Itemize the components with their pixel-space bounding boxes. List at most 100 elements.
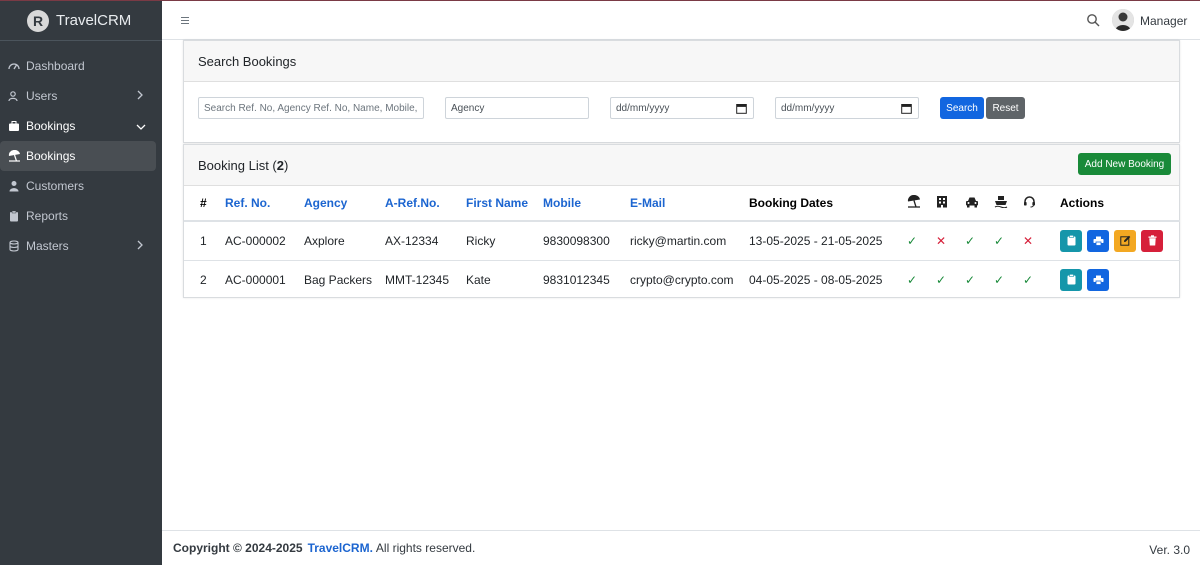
sidebar-item-users[interactable]: Users: [0, 81, 156, 111]
col-number: #: [200, 196, 207, 210]
booking-list-title: Booking List (2): [184, 145, 1179, 186]
mobile-cell: 9831012345: [543, 272, 610, 287]
clipboard-icon: [1067, 235, 1075, 246]
reset-button[interactable]: Reset: [986, 97, 1025, 119]
ref-no-cell: AC-000002: [225, 233, 286, 248]
sidebar-item-masters[interactable]: Masters: [0, 231, 156, 261]
booking-dates-cell: 13-05-2025 - 21-05-2025: [749, 233, 883, 248]
main-content: Search Bookings Search Ref. No, Agency R…: [162, 40, 1200, 530]
date-from-placeholder: dd/mm/yyyy: [616, 102, 670, 114]
chevron-right-icon: [136, 89, 144, 103]
brand-name: TravelCRM: [56, 12, 132, 29]
keyword-search-input[interactable]: Search Ref. No, Agency Ref. No, Name, Mo…: [198, 97, 424, 119]
agency-ref-cell: AX-12334: [385, 233, 439, 248]
sidebar-item-customers[interactable]: Customers: [0, 171, 156, 201]
chevron-right-icon: [136, 239, 144, 253]
col-agency[interactable]: Agency: [304, 186, 385, 221]
print-button[interactable]: [1087, 229, 1109, 252]
support-cross-icon: ✕: [1023, 233, 1034, 248]
keyword-placeholder: Search Ref. No, Agency Ref. No, Name, Mo…: [204, 102, 418, 114]
holiday-icon: [907, 186, 936, 221]
col-email[interactable]: E-Mail: [630, 186, 749, 221]
car-check-icon: ✓: [965, 272, 976, 287]
user-name[interactable]: Manager: [1140, 14, 1187, 28]
edit-button[interactable]: [1114, 229, 1136, 252]
support-icon: [1023, 186, 1052, 221]
hamburger-menu-icon[interactable]: [180, 14, 190, 28]
holiday-check-icon: ✓: [907, 272, 918, 287]
avatar[interactable]: [1112, 9, 1134, 31]
bookings-table: # Ref. No. Agency A-Ref.No. First Name M…: [184, 186, 1180, 299]
ref-no-cell: AC-000001: [225, 272, 286, 287]
cruise-check-icon: ✓: [994, 233, 1005, 248]
email-cell: crypto@crypto.com: [630, 272, 734, 287]
col-ref-no[interactable]: Ref. No.: [225, 186, 304, 221]
footer-brand-link[interactable]: TravelCRM.: [308, 541, 373, 555]
support-check-icon: ✓: [1023, 272, 1034, 287]
actions-cell: [1052, 221, 1180, 260]
briefcase-icon: [7, 119, 21, 133]
clipboard-icon: [1067, 274, 1075, 285]
agency-ref-cell: MMT-12345: [385, 272, 450, 287]
search-icon[interactable]: [1086, 13, 1100, 30]
sidebar-item-label: Customers: [26, 179, 85, 193]
booking-dates-cell: 04-05-2025 - 08-05-2025: [749, 272, 883, 287]
sidebar-item-bookings[interactable]: Bookings: [0, 141, 156, 171]
calendar-icon[interactable]: [901, 103, 912, 117]
chevron-down-icon: [136, 120, 146, 134]
hotel-icon: [936, 186, 965, 221]
footer: Copyright © 2024-2025 TravelCRM. All rig…: [162, 530, 1200, 565]
sidebar-item-label: Dashboard: [26, 59, 85, 73]
hotel-check-icon: ✓: [936, 272, 947, 287]
title-prefix: Booking List (: [198, 157, 277, 173]
mobile-cell: 9830098300: [543, 233, 610, 248]
trash-icon: [1148, 235, 1156, 246]
agency-value: Agency: [451, 102, 485, 114]
row-number: 1: [200, 233, 207, 248]
rights-text: All rights reserved.: [375, 541, 476, 555]
agency-cell: Axplore: [304, 233, 345, 248]
sidebar-item-bookings-group[interactable]: Bookings: [0, 111, 156, 141]
view-button[interactable]: [1060, 229, 1082, 252]
clipboard-icon: [7, 209, 21, 223]
topbar: Manager: [162, 0, 1200, 40]
col-first-name[interactable]: First Name: [466, 186, 543, 221]
delete-button[interactable]: [1141, 229, 1163, 252]
agency-field[interactable]: Agency: [445, 97, 589, 119]
first-name-cell: Ricky: [466, 233, 496, 248]
sidebar-item-label: Bookings: [26, 119, 76, 133]
gauge-icon: [7, 59, 21, 73]
col-agency-ref[interactable]: A-Ref.No.: [385, 186, 466, 221]
brand[interactable]: R TravelCRM: [0, 1, 162, 41]
users-icon: [7, 89, 21, 103]
date-to-placeholder: dd/mm/yyyy: [781, 102, 835, 114]
add-new-booking-button[interactable]: Add New Booking: [1078, 153, 1171, 175]
search-form: Search Ref. No, Agency Ref. No, Name, Mo…: [198, 97, 1178, 119]
date-to-input[interactable]: dd/mm/yyyy: [775, 97, 919, 119]
date-from-input[interactable]: dd/mm/yyyy: [610, 97, 754, 119]
database-icon: [7, 239, 21, 253]
holiday-check-icon: ✓: [907, 233, 918, 248]
col-mobile[interactable]: Mobile: [543, 186, 630, 221]
calendar-icon[interactable]: [736, 103, 747, 117]
col-actions: Actions: [1060, 196, 1105, 210]
printer-icon: [1093, 236, 1103, 246]
cruise-icon: [994, 186, 1023, 221]
car-icon: [965, 186, 994, 221]
col-booking-dates: Booking Dates: [749, 196, 834, 210]
copyright-text: Copyright © 2024-2025: [173, 541, 303, 555]
cruise-check-icon: ✓: [994, 272, 1005, 287]
table-row: 2 AC-000001 Bag Packers MMT-12345 Kate 9…: [184, 260, 1180, 299]
sidebar-item-label: Bookings: [26, 149, 76, 163]
car-check-icon: ✓: [965, 233, 976, 248]
search-card-title: Search Bookings: [184, 41, 1179, 82]
search-button[interactable]: Search: [940, 97, 984, 119]
booking-list-card: Booking List (2) Add New Booking # Ref. …: [183, 144, 1180, 298]
view-button[interactable]: [1060, 268, 1082, 291]
booking-count: 2: [276, 157, 284, 173]
search-card: Search Bookings Search Ref. No, Agency R…: [183, 40, 1180, 143]
sidebar-nav: Dashboard Users Bookings Bookings Custom…: [0, 41, 162, 261]
sidebar-item-dashboard[interactable]: Dashboard: [0, 51, 156, 81]
sidebar-item-reports[interactable]: Reports: [0, 201, 156, 231]
print-button[interactable]: [1087, 268, 1109, 291]
